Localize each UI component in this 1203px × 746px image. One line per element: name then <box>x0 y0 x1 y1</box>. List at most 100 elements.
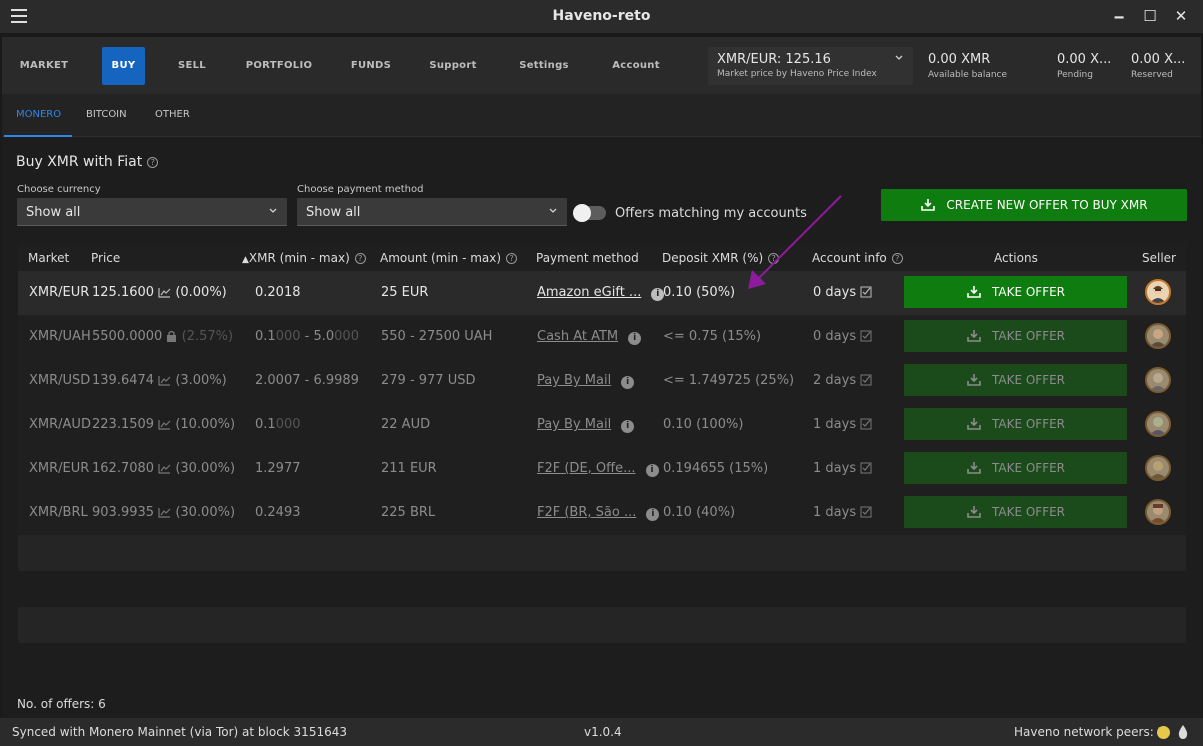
help-icon[interactable]: ? <box>506 253 518 264</box>
info-icon[interactable]: i <box>621 376 635 389</box>
table-row[interactable]: XMR/EUR 162.7080 (30.00%) 1.2977 211 EUR… <box>18 447 1186 491</box>
take-offer-button[interactable]: TAKE OFFER <box>904 276 1127 308</box>
payment-cell[interactable]: Pay By Mail i <box>537 373 635 389</box>
table-row[interactable]: XMR/USD 139.6474 (3.00%) 2.0007 - 6.9989… <box>18 359 1186 403</box>
payment-method-select[interactable]: Show all <box>297 198 567 226</box>
tab-monero[interactable]: MONERO <box>16 109 61 120</box>
help-icon[interactable]: ? <box>147 156 159 168</box>
xmr-cell: 0.2018 <box>255 285 301 300</box>
create-offer-button[interactable]: CREATE NEW OFFER TO BUY XMR <box>881 189 1187 221</box>
help-icon[interactable]: ? <box>354 253 366 264</box>
xmr-cell: 2.0007 - 6.9989 <box>255 373 359 388</box>
amount-cell: 279 - 977 USD <box>381 373 476 388</box>
table-header: Market Price ▲XMR (min - max)? Amount (m… <box>18 244 1186 271</box>
download-tray-icon <box>967 506 981 518</box>
tab-other[interactable]: OTHER <box>155 109 190 120</box>
tab-bitcoin[interactable]: BITCOIN <box>86 109 127 120</box>
payment-cell[interactable]: Amazon eGift ... i <box>537 285 665 301</box>
payment-cell[interactable]: Cash At ATM i <box>537 329 642 345</box>
col-price[interactable]: Price <box>91 251 120 265</box>
chevron-down-icon <box>269 208 277 213</box>
amount-cell: 211 EUR <box>381 461 437 476</box>
info-icon[interactable]: i <box>621 420 635 433</box>
minimize-icon[interactable]: 🗕 <box>1109 6 1129 26</box>
checkbox-icon <box>860 462 872 474</box>
download-tray-icon <box>967 286 981 298</box>
seller-avatar[interactable] <box>1145 455 1171 481</box>
table-row[interactable]: XMR/UAH 5500.0000 (2.57%) 0.1000 - 5.000… <box>18 315 1186 359</box>
payment-cell[interactable]: F2F (DE, Offe... i <box>537 461 659 477</box>
take-offer-button[interactable]: TAKE OFFER <box>904 408 1127 440</box>
help-icon[interactable]: ? <box>768 253 780 264</box>
col-payment[interactable]: Payment method <box>536 251 639 265</box>
col-deposit[interactable]: Deposit XMR (%)? <box>662 251 780 265</box>
info-icon[interactable]: i <box>628 332 642 345</box>
matching-accounts-toggle[interactable] <box>573 204 606 222</box>
nav-funds[interactable]: FUNDS <box>346 37 396 94</box>
market-price-selector[interactable]: XMR/EUR: 125.16 Market price by Haveno P… <box>708 47 913 85</box>
download-tray-icon <box>967 374 981 386</box>
nav-portfolio[interactable]: PORTFOLIO <box>242 37 316 94</box>
lock-icon <box>167 330 177 342</box>
status-bar: Synced with Monero Mainnet (via Tor) at … <box>0 718 1203 746</box>
col-amount[interactable]: Amount (min - max)? <box>380 251 518 265</box>
payment-cell[interactable]: F2F (BR, São ... i <box>537 505 660 521</box>
col-xmr[interactable]: ▲XMR (min - max)? <box>242 251 366 265</box>
table-row[interactable]: XMR/EUR 125.1600 (0.00%) 0.2018 25 EUR A… <box>18 271 1186 315</box>
table-row[interactable]: XMR/AUD 223.1509 (10.00%) 0.1000 22 AUD … <box>18 403 1186 447</box>
take-offer-button[interactable]: TAKE OFFER <box>904 452 1127 484</box>
currency-tabs: MONERO BITCOIN OTHER <box>2 94 1201 137</box>
chevron-down-icon <box>895 55 903 60</box>
take-offer-button[interactable]: TAKE OFFER <box>904 496 1127 528</box>
nav-account[interactable]: Account <box>608 37 664 94</box>
table-row[interactable]: XMR/BRL 903.9935 (30.00%) 0.2493 225 BRL… <box>18 491 1186 535</box>
amount-cell: 22 AUD <box>381 417 431 432</box>
col-market[interactable]: Market <box>28 251 69 265</box>
take-offer-button[interactable]: TAKE OFFER <box>904 320 1127 352</box>
amount-cell: 25 EUR <box>381 285 429 300</box>
seller-avatar[interactable] <box>1145 323 1171 349</box>
deposit-cell: 0.194655 (15%) <box>663 461 769 476</box>
info-icon[interactable]: i <box>646 508 660 521</box>
download-tray-icon <box>921 199 936 211</box>
nav-support[interactable]: Support <box>426 37 480 94</box>
deposit-cell: 0.10 (50%) <box>663 285 736 300</box>
currency-select[interactable]: Show all <box>17 198 287 226</box>
download-tray-icon <box>967 330 981 342</box>
seller-avatar[interactable] <box>1145 367 1171 393</box>
payment-cell[interactable]: Pay By Mail i <box>537 417 635 433</box>
price-cell: 5500.0000 (2.57%) <box>92 329 234 344</box>
col-account-info[interactable]: Account info? <box>812 251 903 265</box>
monero-drop-icon <box>1178 725 1188 739</box>
price-cell: 125.1600 (0.00%) <box>92 285 227 300</box>
seller-avatar[interactable] <box>1145 411 1171 437</box>
nav-settings[interactable]: Settings <box>516 37 572 94</box>
account-info-cell: 1 days <box>813 505 872 520</box>
nav-sell[interactable]: SELL <box>172 37 212 94</box>
col-actions: Actions <box>994 251 1038 265</box>
seller-avatar[interactable] <box>1145 499 1171 525</box>
help-icon[interactable]: ? <box>891 253 903 264</box>
chart-icon <box>158 508 171 518</box>
sync-status: Synced with Monero Mainnet (via Tor) at … <box>12 725 347 739</box>
chevron-down-icon <box>549 208 557 213</box>
take-offer-button[interactable]: TAKE OFFER <box>904 364 1127 396</box>
nav-buy[interactable]: BUY <box>102 47 145 85</box>
close-icon[interactable]: ✕ <box>1171 6 1191 26</box>
network-status-dot-icon <box>1157 726 1170 739</box>
main-nav: MARKET BUY SELL PORTFOLIO FUNDS Support … <box>2 37 1201 94</box>
nav-market[interactable]: MARKET <box>16 37 72 94</box>
chart-icon <box>158 376 171 386</box>
xmr-cell: 1.2977 <box>255 461 301 476</box>
price-cell: 223.1509 (10.00%) <box>92 417 236 432</box>
xmr-cell: 0.1000 - 5.0000 <box>255 329 359 344</box>
market-cell: XMR/AUD <box>29 417 91 432</box>
peers-count: Haveno network peers: 2 <box>1014 725 1166 739</box>
matching-accounts-label: Offers matching my accounts <box>615 206 807 221</box>
info-icon[interactable]: i <box>645 464 659 477</box>
checkbox-icon <box>860 418 872 430</box>
maximize-icon[interactable]: ☐ <box>1140 6 1160 26</box>
price-cell: 139.6474 (3.00%) <box>92 373 227 388</box>
empty-row <box>18 535 1186 571</box>
seller-avatar[interactable] <box>1145 279 1171 305</box>
